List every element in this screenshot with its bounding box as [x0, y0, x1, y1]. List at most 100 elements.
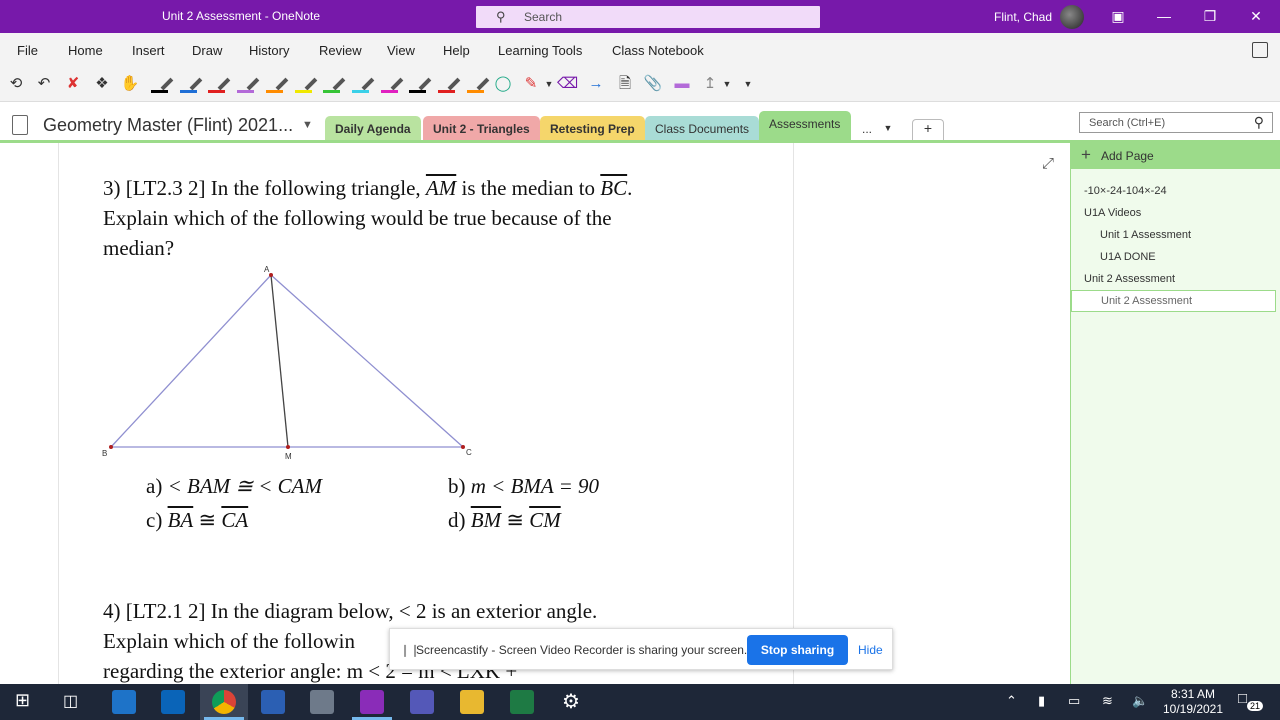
tab-daily-agenda[interactable]: Daily Agenda — [325, 116, 421, 142]
volume-icon[interactable]: 🔈 — [1132, 693, 1148, 709]
page-item[interactable]: Unit 2 Assessment — [1084, 273, 1175, 285]
lasso-select-icon[interactable]: ◯ — [493, 74, 513, 94]
menu-draw[interactable]: Draw — [192, 43, 222, 58]
pen-tool[interactable] — [179, 75, 203, 95]
clock-date: 10/19/2021 — [1162, 702, 1224, 716]
menu-history[interactable]: History — [249, 43, 289, 58]
remote-desktop-icon[interactable] — [112, 690, 136, 714]
search-box[interactable]: ⚲ Search — [476, 6, 820, 28]
pen-tool[interactable] — [351, 75, 375, 95]
notebook-name[interactable]: Geometry Master (Flint) 2021... — [43, 115, 293, 136]
notifications-icon[interactable]: □ — [1238, 690, 1247, 707]
pen-tool[interactable] — [437, 75, 461, 95]
wifi-icon[interactable]: ≋ — [1102, 693, 1113, 709]
stop-sharing-button[interactable]: Stop sharing — [747, 635, 848, 665]
pen-tool[interactable] — [322, 75, 346, 95]
side-ab — [110, 274, 272, 448]
tab-unit-2-triangles[interactable]: Unit 2 - Triangles — [423, 116, 540, 142]
pen-icon — [304, 77, 317, 91]
menu-file[interactable]: File — [17, 43, 38, 58]
menu-view[interactable]: View — [387, 43, 415, 58]
undo-icon[interactable]: ↶ — [34, 74, 54, 94]
pen-icon — [217, 77, 231, 91]
menu-home[interactable]: Home — [68, 43, 103, 58]
vertex-a — [269, 273, 273, 277]
pen-tool[interactable] — [236, 75, 260, 95]
pen-tool[interactable] — [380, 75, 403, 95]
windows-start-icon[interactable]: ⊞ — [15, 690, 30, 711]
teams-icon[interactable] — [410, 690, 434, 714]
chevron-down-icon[interactable]: ▼ — [878, 118, 898, 138]
notebook-dropdown-icon[interactable]: ▼ — [302, 119, 313, 131]
notification-count: 21 — [1247, 701, 1264, 711]
page-item-selected[interactable]: Unit 2 Assessment — [1071, 290, 1276, 312]
segment-bc: BC — [600, 176, 628, 200]
task-view-icon[interactable]: ◫ — [63, 691, 78, 711]
user-name[interactable]: Flint, Chad — [994, 10, 1052, 24]
more-sections[interactable]: ... — [862, 122, 872, 136]
pan-hand-icon[interactable]: ✋ — [120, 74, 140, 94]
page-item[interactable]: Unit 1 Assessment — [1100, 229, 1191, 241]
notebook-icon[interactable] — [12, 115, 28, 135]
file-explorer-icon[interactable] — [460, 690, 484, 714]
avatar[interactable] — [1060, 5, 1084, 29]
choice-b-expression: m < BMA = 90 — [470, 474, 600, 498]
pen-tool[interactable] — [265, 75, 289, 95]
select-icon[interactable]: ❖ — [92, 74, 112, 94]
expand-icon[interactable]: ⤢ — [1042, 155, 1054, 172]
pen-tool[interactable] — [466, 75, 490, 95]
page-item[interactable]: U1A Videos — [1084, 207, 1141, 219]
restore-icon[interactable]: ❐ — [1200, 6, 1220, 26]
battery-icon[interactable]: ▭ — [1068, 693, 1080, 709]
pen-tool[interactable] — [150, 75, 174, 95]
tab-class-documents[interactable]: Class Documents — [645, 116, 760, 142]
pen-set-icon[interactable]: ✎ — [521, 74, 541, 94]
triangle-diagram: A B C M — [102, 265, 472, 461]
pen-icon — [476, 77, 490, 91]
calculator-icon[interactable] — [310, 690, 334, 714]
pen-tool[interactable] — [294, 75, 317, 95]
hide-button[interactable]: Hide — [858, 643, 883, 657]
menu-insert[interactable]: Insert — [132, 43, 165, 58]
pen-icon — [246, 77, 260, 91]
chevron-down-icon[interactable]: ▼ — [539, 74, 559, 94]
page-margin-right — [793, 143, 794, 684]
add-page-button[interactable]: + Add Page — [1071, 143, 1280, 169]
highlighter-icon[interactable]: ▬ — [672, 74, 692, 94]
pen-icon — [390, 77, 403, 91]
settings-icon[interactable]: ⚙ — [562, 689, 580, 714]
attach-icon[interactable]: 📎 — [643, 74, 663, 94]
menu-help[interactable]: Help — [443, 43, 470, 58]
lasso-icon[interactable]: ✘ — [63, 74, 83, 94]
search-icon[interactable]: ⚲ — [1254, 114, 1264, 131]
excel-icon[interactable] — [510, 690, 534, 714]
add-section-button[interactable]: + — [912, 119, 944, 141]
choice-b: b) m < BMA = 90 — [448, 474, 599, 499]
onenote-icon[interactable] — [360, 690, 384, 714]
chevron-down-icon[interactable]: ▼ — [717, 74, 737, 94]
back-icon[interactable]: ⟲ — [6, 74, 26, 94]
microphone-icon[interactable]: ▮ — [1038, 693, 1045, 709]
menu-review[interactable]: Review — [319, 43, 362, 58]
chrome-icon[interactable] — [212, 690, 236, 714]
arrow-icon[interactable]: → — [586, 74, 606, 94]
page-item[interactable]: -10×-24-104×-24 — [1084, 185, 1167, 197]
page-icon[interactable]: 🗎 — [615, 74, 635, 94]
notebook-search-input[interactable]: Search (Ctrl+E) ⚲ — [1079, 112, 1273, 133]
eraser-icon[interactable]: ⌫ — [557, 74, 578, 94]
customize-toolbar-icon[interactable]: ▼ — [738, 74, 758, 94]
tab-retesting-prep[interactable]: Retesting Prep — [540, 116, 645, 142]
close-icon[interactable]: ✕ — [1246, 6, 1266, 26]
full-screen-icon[interactable]: ▣ — [1108, 6, 1128, 26]
outlook-icon[interactable] — [161, 690, 185, 714]
page-item[interactable]: U1A DONE — [1100, 251, 1156, 263]
clock[interactable]: 8:31 AM 10/19/2021 — [1162, 687, 1224, 717]
pen-tool[interactable] — [408, 75, 432, 95]
minimize-icon[interactable]: — — [1154, 6, 1174, 26]
menu-class-notebook[interactable]: Class Notebook — [612, 43, 704, 58]
share-icon[interactable] — [1252, 42, 1268, 58]
menu-learning-tools[interactable]: Learning Tools — [498, 43, 582, 58]
show-hidden-icons[interactable]: ⌃ — [1006, 693, 1017, 709]
word-icon[interactable] — [261, 690, 285, 714]
pen-tool[interactable] — [207, 75, 231, 95]
